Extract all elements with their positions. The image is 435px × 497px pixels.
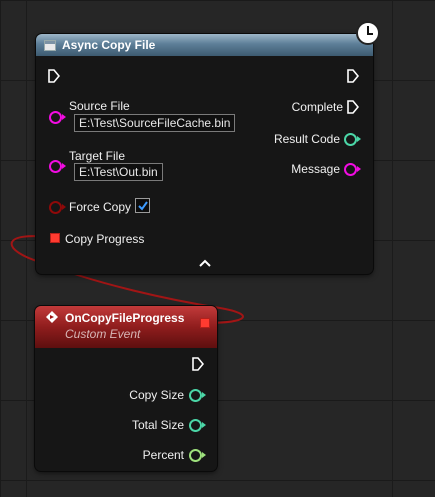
node-title: Async Copy File	[62, 38, 156, 52]
pin-arrow-icon	[202, 452, 206, 458]
message-pin[interactable]	[344, 163, 357, 176]
target-file-pin[interactable]	[49, 160, 62, 173]
checkmark-icon	[138, 201, 148, 211]
pin-arrow-icon	[62, 204, 66, 210]
total-size-label: Total Size	[131, 418, 184, 432]
event-delegate-pin[interactable]	[200, 318, 210, 328]
event-header[interactable]: OnCopyFileProgress Custom Event	[35, 306, 217, 348]
complete-exec-pin[interactable]	[347, 100, 359, 114]
target-file-input[interactable]: E:\Test\Out.bin	[74, 163, 163, 181]
source-file-pin[interactable]	[49, 111, 62, 124]
source-file-label: Source File	[69, 99, 130, 113]
force-copy-checkbox[interactable]	[135, 198, 150, 213]
event-exec-out-pin[interactable]	[192, 357, 204, 371]
node-header[interactable]: Async Copy File	[36, 34, 373, 56]
percent-label: Percent	[142, 448, 184, 462]
pin-arrow-icon	[202, 392, 206, 398]
pin-arrow-icon	[62, 114, 66, 120]
pin-arrow-icon	[357, 136, 361, 142]
event-title: OnCopyFileProgress	[65, 311, 185, 325]
latent-clock-icon	[356, 21, 380, 45]
total-size-pin[interactable]	[189, 419, 202, 432]
copy-size-pin[interactable]	[189, 389, 202, 402]
force-copy-pin[interactable]	[49, 201, 62, 214]
copy-progress-label: Copy Progress	[65, 232, 145, 246]
exec-out-pin[interactable]	[347, 69, 359, 83]
complete-label: Complete	[291, 100, 343, 114]
custom-event-node[interactable]: OnCopyFileProgress Custom Event	[35, 306, 217, 471]
percent-pin[interactable]	[189, 449, 202, 462]
exec-in-pin[interactable]	[48, 69, 60, 83]
event-icon	[46, 311, 58, 323]
copy-size-label: Copy Size	[129, 388, 184, 402]
result-code-pin[interactable]	[344, 133, 357, 146]
pin-arrow-icon	[62, 163, 66, 169]
function-icon	[44, 39, 56, 51]
message-label: Message	[291, 162, 340, 176]
pin-arrow-icon	[202, 422, 206, 428]
source-file-input[interactable]: E:\Test\SourceFileCache.bin	[74, 114, 236, 132]
result-code-label: Result Code	[273, 132, 340, 146]
target-file-label: Target File	[69, 149, 126, 163]
collapse-arrow-icon[interactable]	[198, 258, 212, 268]
force-copy-label: Force Copy	[69, 200, 132, 214]
pin-arrow-icon	[357, 166, 361, 172]
copy-progress-pin[interactable]	[50, 233, 60, 243]
event-subtitle: Custom Event	[65, 327, 141, 341]
